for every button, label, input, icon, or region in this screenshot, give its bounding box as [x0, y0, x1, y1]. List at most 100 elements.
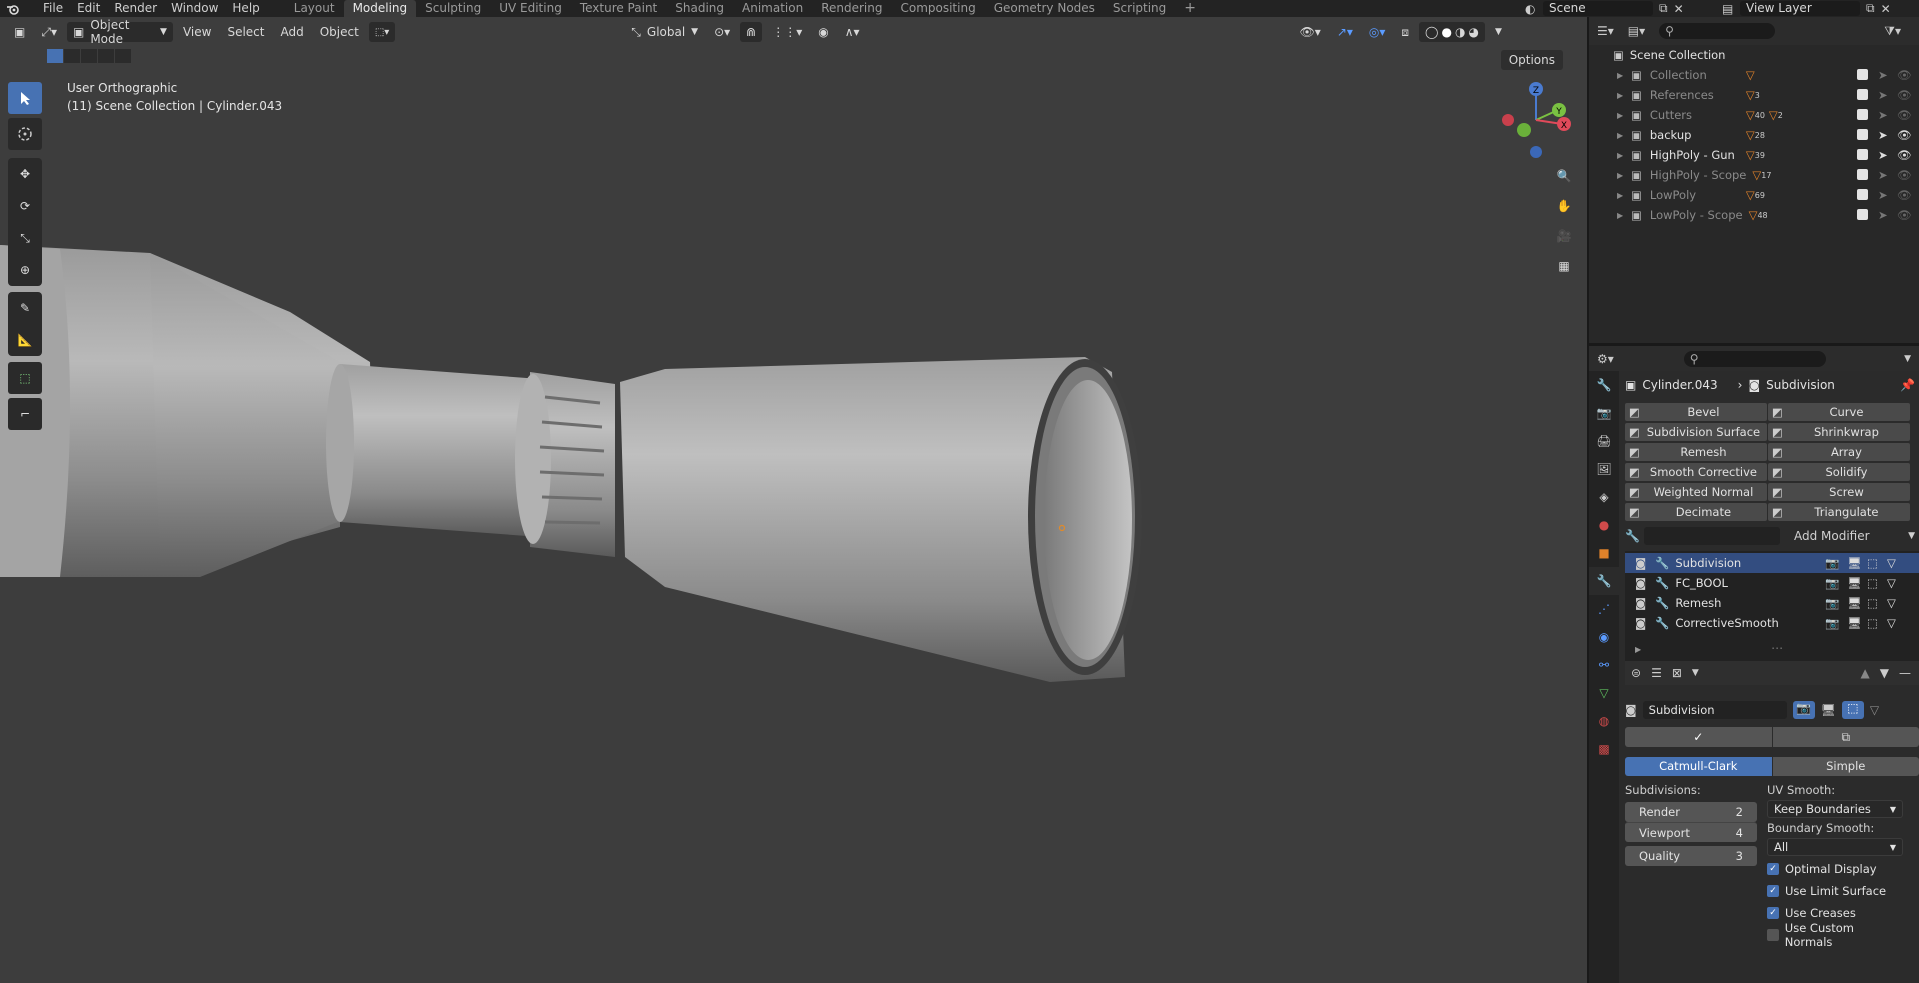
tab-animation[interactable]: Animation	[733, 0, 812, 17]
visibility-icon[interactable]: 👁▾	[1294, 22, 1327, 42]
tab-world-icon[interactable]: ●	[1589, 511, 1619, 539]
delete-view-layer-icon[interactable]: ✕	[1881, 2, 1891, 16]
cage-toggle-icon[interactable]: ▽	[1887, 616, 1896, 630]
outliner-collection-row[interactable]: ▶ ▣ LowPoly ▽ 69 ➤ 👁	[1589, 185, 1919, 205]
outliner-collection-row[interactable]: ▶ ▣ HighPoly - Gun ▽ 39 ➤ 👁	[1589, 145, 1919, 165]
viewport-toggle-icon[interactable]: 🖥	[1847, 576, 1862, 590]
expand-arrow-icon[interactable]: ▶	[1617, 71, 1631, 80]
checkbox[interactable]	[1767, 929, 1779, 941]
exclude-checkbox[interactable]	[1857, 129, 1868, 140]
proportional-edit-icon[interactable]: ◉	[812, 22, 834, 42]
visibility-eye-icon[interactable]: 👁	[1897, 88, 1912, 102]
selectable-icon[interactable]: ➤	[1878, 68, 1888, 82]
modifier-filter-input[interactable]	[1643, 527, 1780, 545]
viewport-levels-field[interactable]: Viewport 4	[1625, 822, 1757, 842]
tab-texture-icon[interactable]: ▩	[1589, 735, 1619, 763]
outliner-collection-row[interactable]: ▶ ▣ backup ▽ 28 ➤ 👁	[1589, 125, 1919, 145]
annotate-tool-icon[interactable]: ✎	[8, 292, 42, 324]
add-modifier-button[interactable]: ◩ Triangulate	[1768, 503, 1910, 521]
scene-field[interactable]: Scene	[1543, 1, 1653, 16]
shading-options-icon[interactable]: ▼	[1489, 22, 1508, 42]
menu-render[interactable]: Render	[107, 0, 164, 17]
expand-arrow-icon[interactable]: ▶	[1617, 171, 1631, 180]
editor-type-icon[interactable]: ⚙▾	[1597, 352, 1614, 366]
boundary-smooth-dropdown[interactable]: All ▼	[1767, 838, 1903, 856]
option-checkbox-row[interactable]: ✓ Optimal Display	[1767, 858, 1903, 880]
move-up-icon[interactable]: ▲	[1861, 666, 1870, 680]
tab-rendering[interactable]: Rendering	[812, 0, 891, 17]
expand-arrow-icon[interactable]: ▶	[1617, 191, 1631, 200]
tab-shading[interactable]: Shading	[666, 0, 733, 17]
catmull-clark-button[interactable]: Catmull-Clark	[1625, 757, 1772, 776]
add-modifier-button[interactable]: ◩ Curve	[1768, 403, 1910, 421]
tab-tool-icon[interactable]: 🔧	[1589, 371, 1619, 399]
add-cube-tool-icon[interactable]: ⬚	[8, 362, 42, 394]
add-modifier-button[interactable]: ◩ Subdivision Surface	[1625, 423, 1767, 441]
selectable-icon[interactable]: ➤	[1878, 108, 1888, 122]
render-toggle-icon[interactable]: 📷	[1825, 576, 1839, 590]
quality-field[interactable]: Quality 3	[1625, 846, 1757, 866]
remove-filter-icon[interactable]: ⊠	[1672, 666, 1682, 680]
render-toggle-icon[interactable]: 📷	[1825, 596, 1839, 610]
option-checkbox-row[interactable]: Use Custom Normals	[1767, 921, 1903, 949]
tab-modeling[interactable]: Modeling	[343, 0, 417, 17]
filter-icon[interactable]: ⧩▾	[1884, 24, 1901, 39]
add-modifier-button[interactable]: ◩ Shrinkwrap	[1768, 423, 1910, 441]
expand-arrow-icon[interactable]: ▶	[1617, 211, 1631, 220]
viewport-toggle-icon[interactable]: 🖥	[1847, 596, 1862, 610]
option-checkbox-row[interactable]: ✓ Use Limit Surface	[1767, 880, 1903, 902]
rotate-tool-icon[interactable]: ⟳	[8, 190, 42, 222]
menu-file[interactable]: File	[36, 0, 70, 17]
exclude-checkbox[interactable]	[1857, 149, 1868, 160]
outliner-scene-collection[interactable]: ▣ Scene Collection	[1589, 45, 1919, 65]
checkbox[interactable]: ✓	[1767, 863, 1779, 875]
visibility-eye-icon[interactable]: 👁	[1897, 168, 1912, 182]
tab-material-icon[interactable]: ◍	[1589, 707, 1619, 735]
show-in-editmode-icon[interactable]: ⊜	[1631, 666, 1641, 680]
outliner-collection-row[interactable]: ▶ ▣ References ▽ 3 ➤ 👁	[1589, 85, 1919, 105]
menu-view[interactable]: View	[177, 22, 217, 42]
outliner-collection-row[interactable]: ▶ ▣ HighPoly - Scope ▽ 17 ➤ 👁	[1589, 165, 1919, 185]
exclude-checkbox[interactable]	[1857, 69, 1868, 80]
tab-layout[interactable]: Layout	[285, 0, 344, 17]
expand-arrow-icon[interactable]: ▶	[1635, 645, 1641, 654]
remove-modifier-icon[interactable]: —	[1899, 666, 1911, 680]
view-layer-field[interactable]: View Layer	[1740, 1, 1860, 16]
cage-toggle-icon[interactable]: ▽	[1870, 703, 1879, 717]
add-modifier-button[interactable]: ◩ Remesh	[1625, 443, 1767, 461]
select-box-tool-icon[interactable]: ▣	[8, 22, 31, 42]
chevron-down-icon[interactable]: ▼	[1692, 668, 1699, 678]
scope-model[interactable]	[0, 17, 1587, 983]
cursor-tool-icon[interactable]	[8, 118, 42, 150]
pin-icon[interactable]: 📌	[1900, 378, 1915, 392]
move-down-icon[interactable]: ▼	[1880, 666, 1889, 680]
mode-dropdown[interactable]: ▣ Object Mode ▼	[66, 18, 173, 46]
apply-button[interactable]: ✓	[1625, 727, 1772, 747]
resize-handle-icon[interactable]: ⋯	[1771, 641, 1783, 655]
expand-arrow-icon[interactable]: ▶	[1617, 131, 1631, 140]
delete-scene-icon[interactable]: ✕	[1674, 2, 1684, 16]
expand-arrow-icon[interactable]: ▶	[1617, 111, 1631, 120]
outliner-collection-row[interactable]: ▶ ▣ LowPoly - Scope ▽ 48 ➤ 👁	[1589, 205, 1919, 225]
editmode-toggle-icon[interactable]: ⬚	[1867, 596, 1878, 610]
uv-smooth-dropdown[interactable]: Keep Boundaries ▼	[1767, 800, 1903, 818]
filter-list-icon[interactable]: ☰	[1651, 666, 1662, 680]
gizmo-toggle-icon[interactable]: ↗▾	[1331, 22, 1359, 42]
menu-object[interactable]: Object	[314, 22, 365, 42]
tab-texture-paint[interactable]: Texture Paint	[571, 0, 666, 17]
modifier-name-field[interactable]: Subdivision	[1642, 701, 1787, 719]
add-modifier-button[interactable]: ◩ Solidify	[1768, 463, 1910, 481]
add-modifier-button[interactable]: ◩ Array	[1768, 443, 1910, 461]
wireframe-shading-icon[interactable]: ◯	[1425, 25, 1438, 39]
expand-arrow-icon[interactable]: ▶	[1617, 151, 1631, 160]
cage-toggle-icon[interactable]: ▽	[1887, 576, 1896, 590]
options-dropdown[interactable]: Options	[1500, 50, 1563, 70]
select-extend-icon[interactable]	[64, 49, 80, 63]
visibility-eye-icon[interactable]: 👁	[1897, 128, 1912, 142]
visibility-eye-icon[interactable]: 👁	[1897, 68, 1912, 82]
viewport-toggle-icon[interactable]: 🖥	[1847, 556, 1862, 570]
add-modifier-button[interactable]: ◩ Weighted Normal	[1625, 483, 1767, 501]
camera-view-icon[interactable]: 🎥	[1552, 224, 1576, 248]
snap-target-icon[interactable]: ⋮⋮▾	[766, 22, 808, 42]
selectable-icon[interactable]: ➤	[1878, 148, 1888, 162]
